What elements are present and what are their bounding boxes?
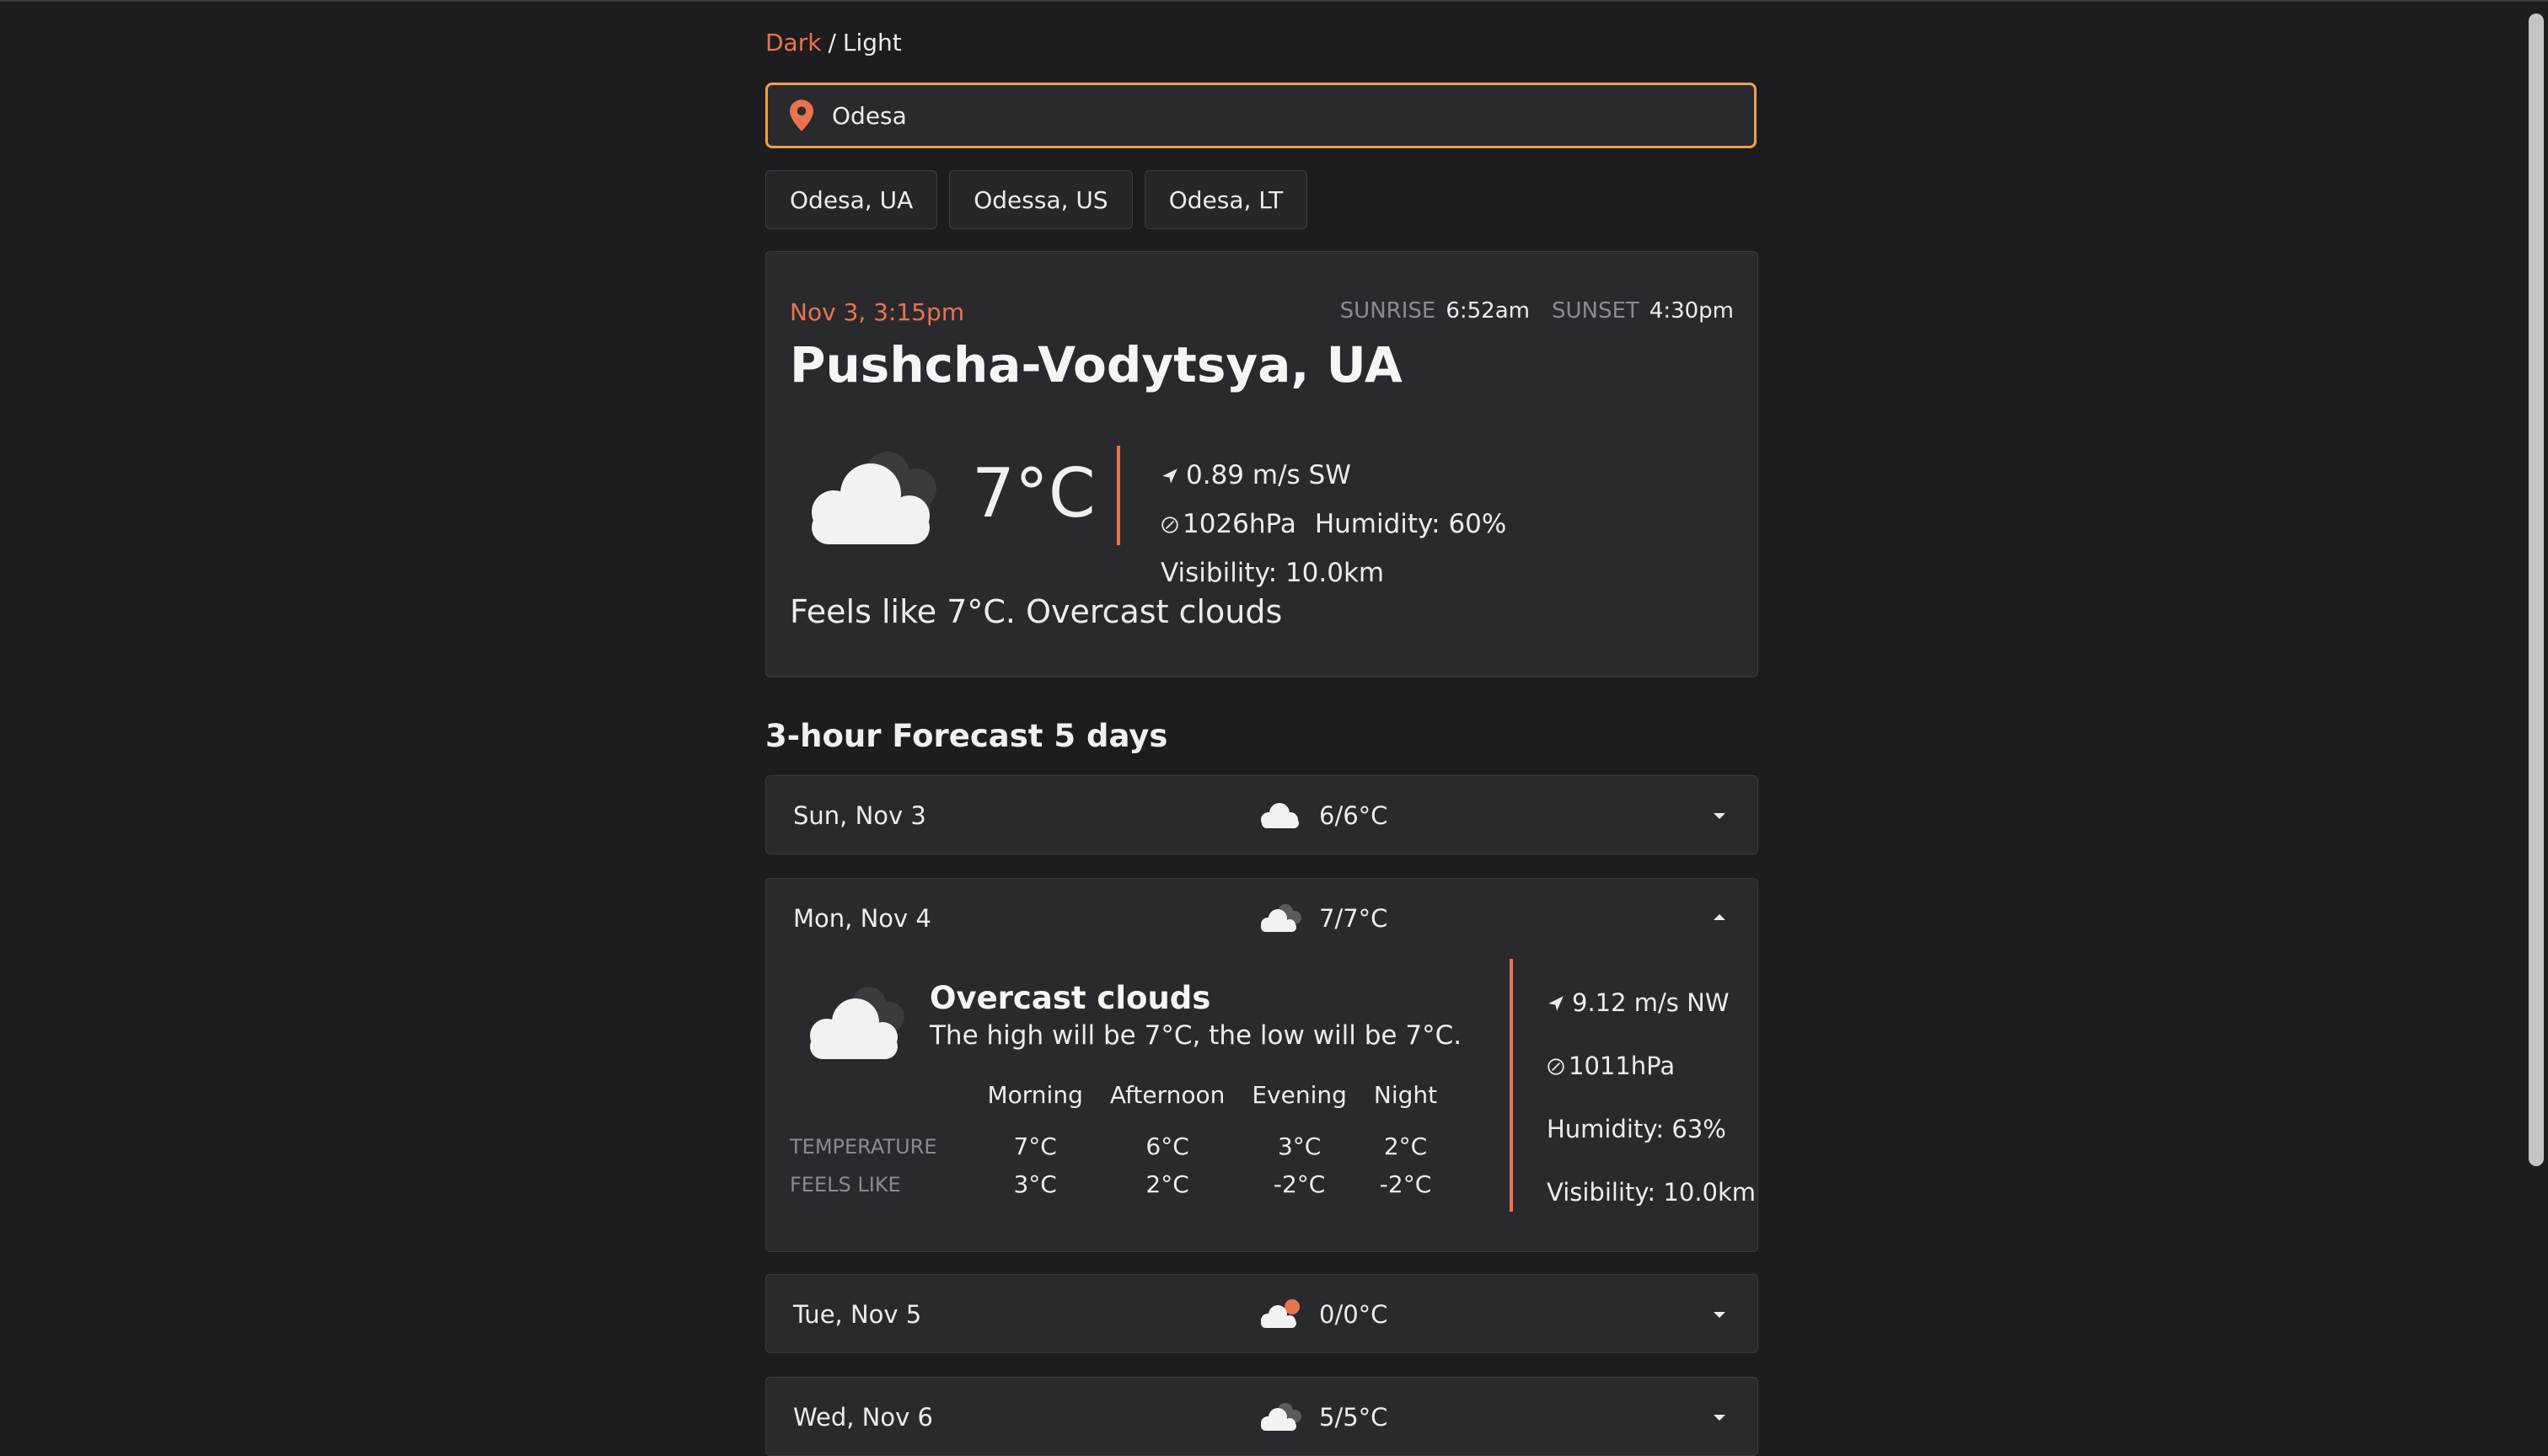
forecast-day-row[interactable]: Wed, Nov 6 5/5°C (765, 1377, 1758, 1456)
table-cell: -2°C (1379, 1170, 1432, 1198)
table-cell: 3°C (1013, 1170, 1057, 1198)
period-header: Night (1373, 1081, 1438, 1109)
day-name: Tue, Nov 5 (793, 1300, 922, 1329)
table-cell: 3°C (1277, 1132, 1322, 1160)
current-humidity: Humidity: 60% (1314, 509, 1507, 539)
chevron-up-icon[interactable] (1714, 914, 1725, 920)
suggestion-chip[interactable]: Odessa, US (949, 170, 1133, 229)
theme-dark-link[interactable]: Dark (765, 29, 821, 56)
period-header: Afternoon (1109, 1081, 1226, 1109)
table-cell: -2°C (1273, 1170, 1326, 1198)
day-details: 9.12 m/s NW 1011hPa Humidity: 63% Visibi… (1547, 972, 1756, 1224)
scrollbar[interactable] (2523, 2, 2548, 1448)
chevron-down-icon[interactable] (1714, 1415, 1725, 1421)
current-pressure: 1026hPa (1183, 509, 1296, 539)
overcast-clouds-icon (810, 987, 904, 1059)
search-input[interactable] (830, 100, 1676, 131)
city-name: Pushcha-Vodytsya, UA (790, 336, 1403, 393)
period-header-spacer (790, 1081, 974, 1127)
sunrise-label: SUNRISE (1339, 298, 1436, 324)
location-pin-icon (790, 99, 813, 131)
day-wind: 9.12 m/s NW (1572, 988, 1730, 1017)
suggestion-chip[interactable]: Odesa, LT (1144, 170, 1308, 229)
accent-divider (1510, 959, 1513, 1212)
table-cell: 2°C (1145, 1170, 1189, 1198)
row-label: TEMPERATURE (790, 1134, 937, 1159)
sunset-time: 4:30pm (1649, 298, 1734, 324)
table-cell: 2°C (1383, 1132, 1428, 1160)
table-cell: 7°C (1013, 1132, 1057, 1160)
overcast-clouds-icon (1261, 904, 1301, 932)
scrollbar-thumb[interactable] (2529, 13, 2544, 1166)
current-weather-card: Nov 3, 3:15pm SUNRISE 6:52am SUNSET 4:30pm … (765, 251, 1758, 677)
period-table: Morning Afternoon Evening Night TEMPERAT… (790, 1081, 1451, 1203)
theme-switch: Dark / Light (765, 29, 902, 56)
cloud-sun-icon (1261, 1299, 1300, 1328)
sunrise-time: 6:52am (1446, 298, 1530, 324)
feels-like-text: Feels like 7°C. Overcast clouds (790, 593, 1283, 630)
day-name: Wed, Nov 6 (793, 1403, 933, 1432)
chevron-down-icon[interactable] (1714, 813, 1725, 819)
current-details: 0.89 m/s SW 1026hPa Humidity: 60% Visibili… (1161, 451, 1734, 597)
forecast-day-row[interactable]: Sun, Nov 3 6/6°C (765, 775, 1758, 854)
day-temp-range: 7/7°C (1319, 904, 1388, 933)
accent-divider (1117, 446, 1120, 545)
pressure-gauge-icon (1548, 1058, 1564, 1075)
day-name: Mon, Nov 4 (793, 904, 931, 933)
theme-light-link[interactable]: Light (843, 29, 902, 56)
chevron-down-icon[interactable] (1714, 1312, 1725, 1318)
suggestion-chip[interactable]: Odesa, UA (765, 170, 938, 229)
current-wind: 0.89 m/s SW (1186, 460, 1351, 490)
day-temp-range: 6/6°C (1319, 801, 1388, 830)
day-temp-range: 0/0°C (1319, 1300, 1388, 1329)
current-temperature: 7°C (972, 454, 1096, 533)
day-condition: Overcast clouds (930, 980, 1211, 1016)
cloud-icon (1261, 803, 1299, 828)
current-date: Nov 3, 3:15pm (790, 298, 965, 326)
pressure-gauge-icon (1161, 517, 1178, 533)
suggestion-list: Odesa, UA Odessa, US Odesa, LT (765, 170, 1308, 229)
day-name: Sun, Nov 3 (793, 801, 926, 830)
table-cell: 6°C (1145, 1132, 1189, 1160)
wind-direction-icon (1162, 468, 1177, 484)
forecast-day-row[interactable]: Tue, Nov 5 0/0°C (765, 1274, 1758, 1353)
period-header: Evening (1252, 1081, 1347, 1109)
forecast-title: 3-hour Forecast 5 days (765, 718, 1168, 754)
sunset-label: SUNSET (1551, 298, 1639, 324)
period-header: Morning (987, 1081, 1083, 1109)
wind-direction-icon (1548, 996, 1564, 1011)
sun-times: SUNRISE 6:52am SUNSET 4:30pm (1340, 298, 1734, 324)
forecast-day-row-expanded[interactable]: Mon, Nov 4 7/7°C Overcast clouds The hig… (765, 878, 1758, 1252)
day-humidity: Humidity: 63% (1547, 1115, 1726, 1143)
current-visibility: Visibility: 10.0km (1161, 558, 1385, 588)
day-pressure: 1011hPa (1569, 1052, 1676, 1080)
overcast-clouds-icon (1261, 1403, 1301, 1431)
overcast-clouds-icon (812, 452, 936, 544)
period-header-row: Morning Afternoon Evening Night (790, 1081, 1451, 1127)
day-summary: The high will be 7°C, the low will be 7°… (930, 1020, 1462, 1051)
search-box[interactable] (765, 83, 1757, 148)
row-label: FEELS LIKE (790, 1172, 901, 1196)
table-row: TEMPERATURE 7°C 6°C 3°C 2°C (790, 1127, 1451, 1165)
theme-separator: / (828, 29, 836, 56)
table-row: FEELS LIKE 3°C 2°C -2°C -2°C (790, 1165, 1451, 1203)
day-visibility: Visibility: 10.0km (1547, 1178, 1757, 1207)
day-temp-range: 5/5°C (1319, 1403, 1388, 1432)
